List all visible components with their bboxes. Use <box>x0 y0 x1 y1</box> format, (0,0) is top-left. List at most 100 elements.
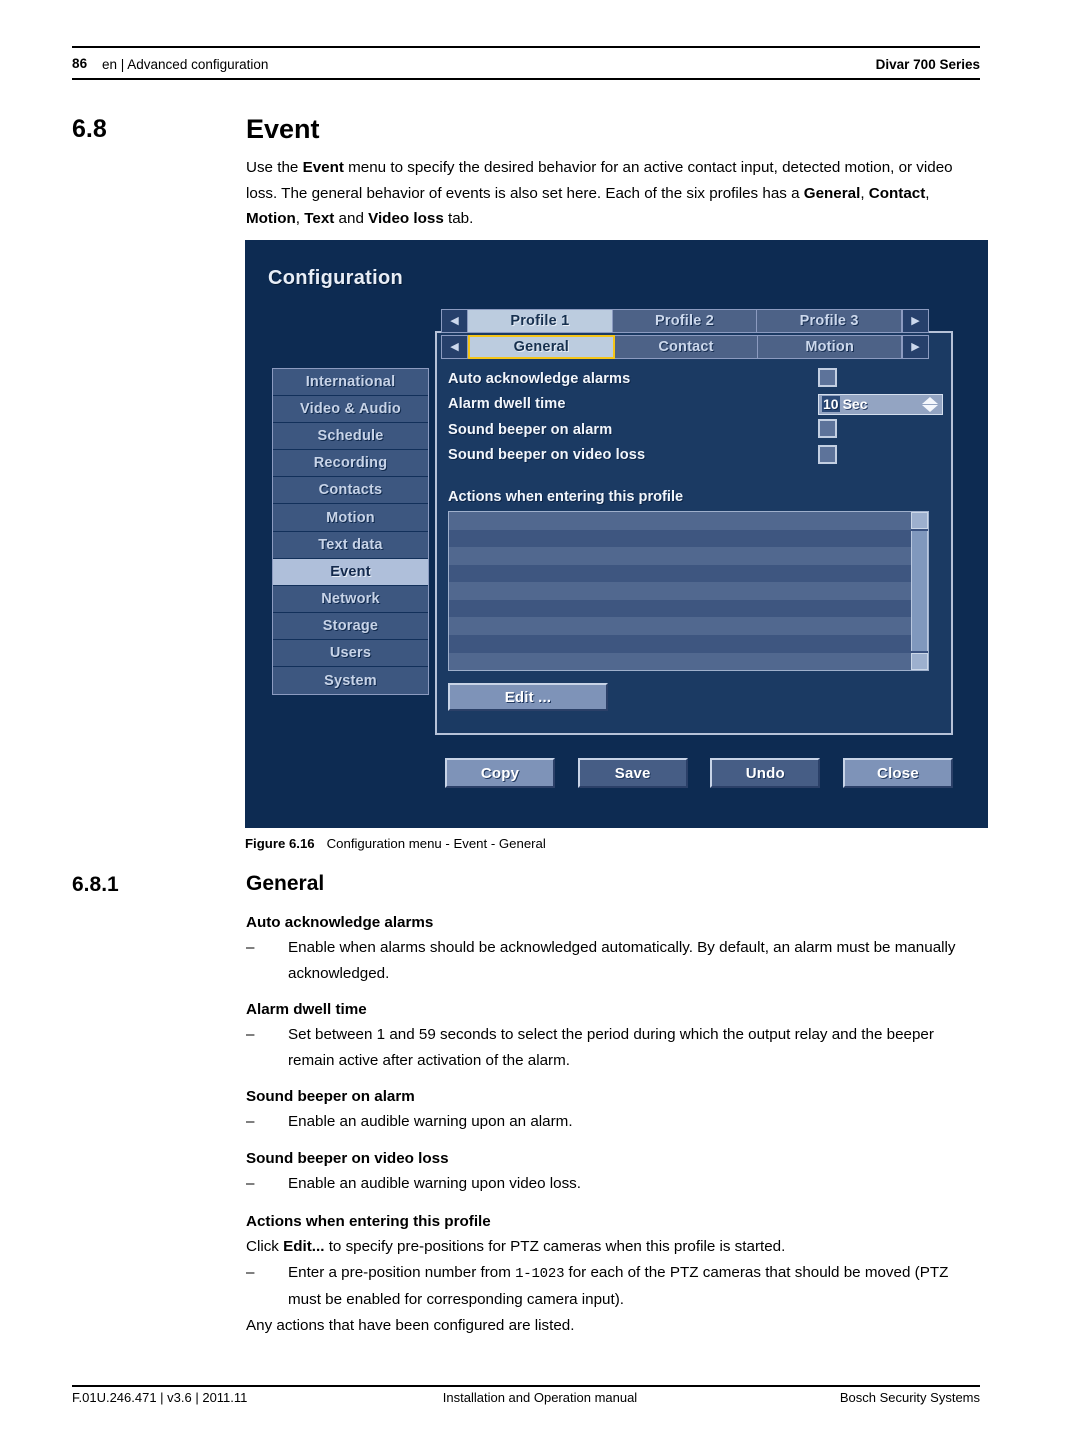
list-item[interactable] <box>449 617 911 635</box>
alarm-dwell-time-value: 10 <box>822 396 840 412</box>
sidebar-item-schedule[interactable]: Schedule <box>273 423 428 451</box>
entry-term: Alarm dwell time <box>246 1001 367 1018</box>
sidebar-item-storage[interactable]: Storage <box>273 612 428 640</box>
figure-caption: Figure 6.16 Configuration menu - Event - … <box>245 836 546 851</box>
scroll-down-button[interactable] <box>911 653 928 670</box>
figure-caption-label: Figure 6.16 <box>245 836 315 851</box>
tab-profile-3[interactable]: Profile 3 <box>757 309 903 333</box>
list-item[interactable] <box>449 547 911 565</box>
list-item[interactable] <box>449 652 911 671</box>
spinner-up-arrow-icon[interactable] <box>921 397 938 404</box>
edit-button[interactable]: Edit ... <box>448 683 608 711</box>
header-product-name: Divar 700 Series <box>875 57 980 72</box>
entry-term: Auto acknowledge alarms <box>246 914 434 931</box>
sidebar-item-event[interactable]: Event <box>273 558 428 586</box>
sidebar-item-motion[interactable]: Motion <box>273 504 428 532</box>
configuration-screenshot: Configuration International Video & Audio… <box>245 240 988 828</box>
spinner-down-arrow-icon[interactable] <box>921 405 938 412</box>
dash-glyph: – <box>246 939 255 956</box>
scroll-thumb[interactable] <box>911 531 928 651</box>
header-breadcrumb: en | Advanced configuration <box>102 57 269 72</box>
subsection-number: 6.8.1 <box>72 873 119 896</box>
sidebar-item-recording[interactable]: Recording <box>273 450 428 478</box>
sidebar-item-international[interactable]: International <box>273 369 428 397</box>
alarm-dwell-time-spinner[interactable]: 10 Sec <box>818 393 943 415</box>
close-button[interactable]: Close <box>842 758 953 788</box>
entry-closing-paragraph: Any actions that have been configured ar… <box>246 1316 575 1334</box>
entry-actions-when-entering-profile: Actions when entering this profile Click… <box>246 1209 982 1338</box>
sidebar-item-label: Video & Audio <box>300 401 401 418</box>
dash-glyph: – <box>246 1175 255 1192</box>
list-item[interactable] <box>449 564 911 583</box>
section-title: Event <box>246 114 320 144</box>
section-intro-paragraph: Use the Event menu to specify the desire… <box>246 159 953 227</box>
setting-label: Sound beeper on video loss <box>448 447 646 464</box>
entry-term: Sound beeper on alarm <box>246 1088 415 1105</box>
dialog-button-bar: Copy Save Undo Close <box>445 758 953 788</box>
entry-term: Sound beeper on video loss <box>246 1150 449 1167</box>
sidebar-item-label: Storage <box>322 617 379 634</box>
sidebar-item-label: Event <box>330 563 371 580</box>
entry-bullet: – Enter a pre-position number from 1-102… <box>246 1260 982 1313</box>
spinner-updown-arrows-icon[interactable] <box>921 396 938 414</box>
sidebar-item-text-data[interactable]: Text data <box>273 531 428 559</box>
tab-contact[interactable]: Contact <box>614 335 759 359</box>
profile-prev-arrow-icon[interactable]: ◀ <box>441 309 468 333</box>
figure-caption-text: Configuration menu - Event - General <box>326 836 546 851</box>
list-item[interactable] <box>449 582 911 600</box>
sidebar-item-contacts[interactable]: Contacts <box>273 477 428 505</box>
subsection-title: General <box>246 872 325 895</box>
entry-bullet: – Set between 1 and 59 seconds to select… <box>246 1022 982 1073</box>
sidebar-item-label: Contacts <box>318 482 383 499</box>
sidebar-item-video-audio[interactable]: Video & Audio <box>273 396 428 424</box>
section-next-arrow-icon[interactable]: ▶ <box>902 335 930 359</box>
tab-general[interactable]: General <box>468 335 615 359</box>
entry-sound-beeper-on-video-loss: Sound beeper on video loss – Enable an a… <box>246 1146 982 1197</box>
auto-acknowledge-alarms-checkbox[interactable] <box>818 368 837 387</box>
save-button[interactable]: Save <box>577 758 688 788</box>
sidebar-item-network[interactable]: Network <box>273 585 428 613</box>
sound-beeper-on-video-loss-checkbox[interactable] <box>818 444 837 464</box>
sound-beeper-on-alarm-checkbox[interactable] <box>818 419 837 438</box>
tab-profile-1[interactable]: Profile 1 <box>468 309 613 333</box>
sidebar-item-system[interactable]: System <box>273 667 428 695</box>
entry-sound-beeper-on-alarm: Sound beeper on alarm – Enable an audibl… <box>246 1084 982 1135</box>
settings-list: Auto acknowledge alarms Alarm dwell time… <box>448 366 948 468</box>
section-number: 6.8 <box>72 115 107 143</box>
sidebar-item-label: System <box>324 672 377 689</box>
tab-profile-2[interactable]: Profile 2 <box>612 309 758 333</box>
setting-row-auto-acknowledge: Auto acknowledge alarms <box>448 366 948 392</box>
screen-title: Configuration <box>268 267 403 289</box>
entry-bullet-text: Set between 1 and 59 seconds to select t… <box>288 1026 934 1069</box>
setting-row-sound-beeper-video-loss: Sound beeper on video loss <box>448 443 948 469</box>
undo-button[interactable]: Undo <box>710 758 821 788</box>
setting-label: Alarm dwell time <box>448 396 566 413</box>
entry-bullet: – Enable when alarms should be acknowled… <box>246 935 982 986</box>
entry-lead-paragraph: Click Edit... to specify pre-positions f… <box>246 1238 786 1255</box>
section-prev-arrow-icon[interactable]: ◀ <box>441 335 468 359</box>
setting-label: Auto acknowledge alarms <box>448 370 631 387</box>
scroll-up-button[interactable] <box>911 512 928 529</box>
profile-next-arrow-icon[interactable]: ▶ <box>902 309 930 333</box>
entry-bullet-text: Enable an audible warning upon an alarm. <box>288 1113 573 1130</box>
entry-alarm-dwell-time: Alarm dwell time – Set between 1 and 59 … <box>246 997 982 1073</box>
list-item[interactable] <box>449 599 911 618</box>
actions-listbox[interactable] <box>448 511 929 671</box>
entry-bullet: – Enable an audible warning upon an alar… <box>246 1109 982 1135</box>
list-item[interactable] <box>449 529 911 548</box>
actions-section-label: Actions when entering this profile <box>448 489 684 505</box>
tab-motion[interactable]: Motion <box>758 335 903 359</box>
list-item[interactable] <box>449 634 911 653</box>
footer-rule <box>72 1385 980 1387</box>
sidebar-menu: International Video & Audio Schedule Record… <box>272 368 429 696</box>
entry-bullet-text: Enable an audible warning upon video los… <box>288 1175 581 1192</box>
sidebar-item-label: Motion <box>326 509 375 526</box>
dash-glyph: – <box>246 1026 255 1043</box>
list-item[interactable] <box>449 512 911 530</box>
sidebar-item-users[interactable]: Users <box>273 639 428 668</box>
footer-company: Bosch Security Systems <box>839 1390 980 1405</box>
copy-button[interactable]: Copy <box>445 758 555 788</box>
header-rule-top <box>72 46 980 48</box>
actions-list-scrollbar[interactable] <box>911 512 928 670</box>
profile-tab-row: ◀ Profile 1 Profile 2 Profile 3 ▶ <box>441 309 930 333</box>
